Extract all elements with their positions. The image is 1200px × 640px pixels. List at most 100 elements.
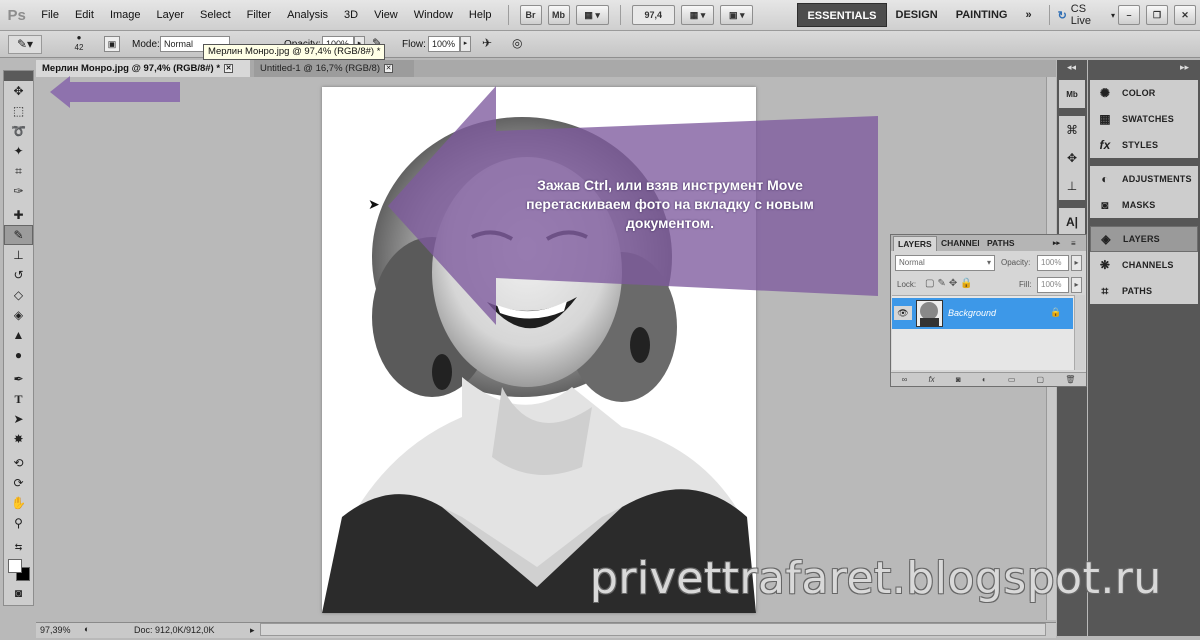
- link-layers-icon[interactable]: ∞: [902, 375, 908, 384]
- history-panel-icon[interactable]: ⌘: [1059, 116, 1085, 144]
- layer-name[interactable]: Background: [948, 308, 996, 318]
- blend-mode-select[interactable]: Normal ▾: [895, 255, 995, 271]
- lasso-tool-icon[interactable]: ➰: [4, 121, 33, 141]
- mini-bridge-panel-icon[interactable]: Mb: [1059, 80, 1085, 108]
- opacity-label: Opacity:: [1001, 258, 1031, 267]
- masks-panel-icon: ◙: [1101, 198, 1109, 212]
- paths-panel-icon: ⌗: [1101, 283, 1109, 298]
- layers-panel-icon: ◈: [1101, 232, 1111, 246]
- panel-layers[interactable]: ◈ LAYERS: [1090, 226, 1198, 252]
- dock-collapse-icon[interactable]: ◂◂: [1067, 62, 1076, 73]
- brush-tool-icon[interactable]: ✎: [4, 225, 33, 245]
- 3d-rotate-tool-icon[interactable]: ⟲: [4, 453, 33, 473]
- marquee-tool-icon[interactable]: ⬚: [4, 101, 33, 121]
- layers-panel: LAYERS CHANNELS PATHS ▸▸ ≡ Normal▾ Opaci…: [890, 234, 1087, 387]
- panel-styles[interactable]: fx STYLES: [1090, 132, 1198, 158]
- brush-presets-panel-icon[interactable]: ✥: [1059, 144, 1085, 172]
- blur-tool-icon[interactable]: ▲: [4, 325, 33, 345]
- layer-thumbnail-image: [920, 302, 939, 326]
- panel-paths[interactable]: ⌗ PATHS: [1090, 278, 1198, 304]
- chevron-down-icon: ▾: [986, 258, 991, 267]
- panel-swatches[interactable]: ▦ SWATCHES: [1090, 106, 1198, 132]
- panel-label: ADJUSTMENTS: [1122, 174, 1192, 184]
- quick-selection-tool-icon[interactable]: ✦: [4, 141, 33, 161]
- move-tool-icon[interactable]: ✥: [4, 81, 33, 101]
- eyedropper-tool-icon[interactable]: ✑: [4, 181, 33, 201]
- fill-slider-arrow[interactable]: ▸: [1071, 277, 1082, 293]
- crop-tool-icon[interactable]: ⌗: [4, 161, 33, 181]
- color-swatches[interactable]: [4, 557, 33, 583]
- clone-source-panel-icon[interactable]: ⊥: [1059, 172, 1085, 200]
- panel-channels[interactable]: ❋ CHANNELS: [1090, 252, 1198, 278]
- shape-tool-icon[interactable]: ✸: [4, 429, 33, 449]
- channels-panel-icon: ❋: [1099, 258, 1111, 272]
- panel-label: LAYERS: [1123, 234, 1160, 244]
- layer-lock-icon: 🔒: [1050, 307, 1062, 317]
- styles-panel-icon: fx: [1099, 138, 1111, 152]
- path-selection-tool-icon[interactable]: ➤: [4, 409, 33, 429]
- adjustments-panel-icon: ◐: [1101, 172, 1109, 186]
- panel-dock: ▸▸ ✺ COLOR ▦ SWATCHES fx STYLES ◐ ADJUSTMENT…: [1088, 60, 1200, 636]
- panel-label: MASKS: [1122, 200, 1156, 210]
- panel-menu-icon[interactable]: ≡: [1067, 236, 1080, 251]
- paint-bucket-tool-icon[interactable]: ◈: [4, 305, 33, 325]
- panel-masks[interactable]: ◙ MASKS: [1090, 192, 1198, 218]
- status-info-icon[interactable]: ◐: [84, 624, 89, 634]
- fill-label: Fill:: [1019, 280, 1032, 289]
- history-brush-tool-icon[interactable]: ↺: [4, 265, 33, 285]
- color-panel-icon: ✺: [1099, 86, 1111, 100]
- type-tool-icon[interactable]: T: [4, 389, 33, 409]
- callout-text: Зажав Ctrl, или взяв инструмент Move пер…: [526, 177, 814, 231]
- status-zoom[interactable]: 97,39%: [40, 625, 71, 635]
- panel-label: PATHS: [1122, 286, 1153, 296]
- foreground-color-swatch[interactable]: [8, 559, 22, 573]
- pen-tool-icon[interactable]: ✒: [4, 369, 33, 389]
- panel-color[interactable]: ✺ COLOR: [1090, 80, 1198, 106]
- panel-dock-collapse-icon[interactable]: ▸▸: [1180, 62, 1189, 73]
- fill-field[interactable]: 100%: [1037, 277, 1069, 293]
- layer-opacity-field[interactable]: 100%: [1037, 255, 1069, 271]
- adjustment-layer-icon[interactable]: ◐: [982, 375, 987, 384]
- status-menu-arrow[interactable]: ▸: [250, 625, 255, 636]
- tab-channels[interactable]: CHANNELS: [937, 236, 979, 251]
- panel-adjustments[interactable]: ◐ ADJUSTMENTS: [1090, 166, 1198, 192]
- dodge-tool-icon[interactable]: ●: [4, 345, 33, 365]
- panel-label: STYLES: [1122, 140, 1159, 150]
- horizontal-scrollbar[interactable]: [260, 623, 1046, 636]
- new-layer-icon[interactable]: ▢: [1037, 375, 1045, 384]
- hand-tool-icon[interactable]: ✋: [4, 493, 33, 513]
- layers-panel-tabs: LAYERS CHANNELS PATHS ▸▸ ≡: [891, 235, 1086, 251]
- lock-icons[interactable]: ▢✎✥🔒: [925, 278, 976, 289]
- delete-layer-icon[interactable]: 🗑: [1065, 375, 1075, 384]
- layers-panel-footer: ∞ fx ◙ ◐ ▭ ▢ 🗑: [891, 372, 1086, 386]
- new-group-icon[interactable]: ▭: [1008, 375, 1016, 384]
- swatches-panel-icon: ▦: [1099, 112, 1111, 126]
- opacity-slider-arrow[interactable]: ▸: [1071, 255, 1082, 271]
- toolbox-grip[interactable]: [4, 71, 33, 81]
- panel-label: CHANNELS: [1122, 260, 1174, 270]
- panel-collapse-icon[interactable]: ▸▸: [1049, 236, 1064, 251]
- visibility-eye-icon[interactable]: 👁: [894, 306, 912, 320]
- character-panel-icon[interactable]: A|: [1059, 208, 1085, 236]
- layer-thumbnail: [916, 300, 943, 327]
- spot-healing-tool-icon[interactable]: ✚: [4, 205, 33, 225]
- lock-label: Lock:: [897, 280, 917, 289]
- quick-mask-icon[interactable]: ◙: [4, 583, 33, 603]
- swap-colors-icon[interactable]: ⇆: [4, 537, 33, 557]
- clone-stamp-tool-icon[interactable]: ⊥: [4, 245, 33, 265]
- panel-label: SWATCHES: [1122, 114, 1174, 124]
- 3d-orbit-tool-icon[interactable]: ⟳: [4, 473, 33, 493]
- blend-mode-value: Normal: [899, 258, 925, 267]
- layer-style-icon[interactable]: fx: [928, 375, 934, 384]
- layers-scrollbar[interactable]: [1074, 295, 1085, 370]
- watermark: privettrafaret.blogspot.ru: [590, 553, 1162, 604]
- tab-layers[interactable]: LAYERS: [893, 236, 937, 251]
- panel-label: COLOR: [1122, 88, 1156, 98]
- tab-pointer-arrow: [50, 76, 180, 108]
- tab-paths[interactable]: PATHS: [983, 236, 1019, 251]
- eraser-tool-icon[interactable]: ◇: [4, 285, 33, 305]
- layer-row-background[interactable]: 👁 Background 🔒: [892, 298, 1073, 329]
- status-doc-size: Doc: 912,0K/912,0K: [134, 625, 215, 635]
- add-mask-icon[interactable]: ◙: [956, 375, 961, 384]
- zoom-tool-icon[interactable]: ⚲: [4, 513, 33, 533]
